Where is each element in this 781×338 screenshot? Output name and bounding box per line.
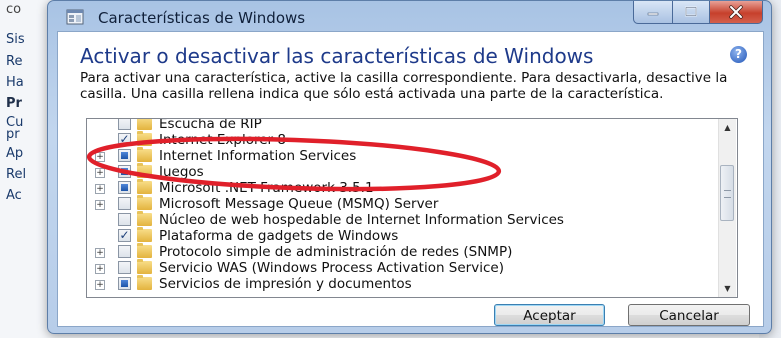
feature-checkbox[interactable]	[118, 149, 131, 162]
expand-icon[interactable]: +	[95, 168, 105, 178]
minimize-icon	[647, 12, 659, 16]
windows-features-dialog: Características de Windows Activar o des…	[47, 0, 772, 334]
help-icon[interactable]: ?	[730, 46, 747, 63]
feature-item[interactable]: + Juegos	[87, 163, 707, 180]
expand-icon[interactable]: +	[95, 184, 105, 194]
folder-icon	[137, 195, 152, 210]
feature-checkbox[interactable]: ✓	[118, 133, 131, 146]
dialog-body: Activar o desactivar las características…	[57, 31, 764, 327]
vertical-scrollbar[interactable]: ▲ ▼	[718, 119, 736, 297]
feature-label: Protocolo simple de administración de re…	[159, 244, 513, 260]
feature-item[interactable]: Escucha de RIP	[87, 118, 707, 132]
feature-label: Servicios de impresión y documentos	[159, 276, 412, 292]
feature-label: Internet Information Services	[159, 148, 357, 164]
background-text: co	[6, 2, 22, 17]
feature-item[interactable]: + Internet Information Services	[87, 147, 707, 164]
scroll-down-icon[interactable]: ▼	[719, 280, 736, 297]
folder-icon	[137, 211, 152, 226]
expand-icon[interactable]: +	[95, 280, 105, 290]
close-button[interactable]	[709, 1, 763, 24]
minimize-button[interactable]	[633, 1, 673, 24]
accept-button[interactable]: Aceptar	[494, 304, 605, 326]
background-link[interactable]: Ac	[6, 188, 22, 203]
folder-icon	[137, 275, 152, 290]
feature-checkbox[interactable]	[118, 245, 131, 258]
background-link[interactable]: Rel	[6, 167, 26, 182]
feature-item[interactable]: + Servicios de impresión y documentos	[87, 275, 707, 292]
feature-label: Microsoft .NET Framework 3.5.1	[159, 180, 374, 196]
background-link[interactable]: Ap	[6, 146, 23, 161]
scroll-grip-icon	[724, 190, 731, 198]
feature-checkbox[interactable]	[118, 197, 131, 210]
feature-checkbox[interactable]	[118, 277, 131, 290]
background-link[interactable]: Ha	[6, 75, 24, 90]
feature-label: Escucha de RIP	[159, 118, 262, 132]
feature-label: Servicio WAS (Windows Process Activation…	[159, 260, 504, 276]
folder-icon	[137, 227, 152, 242]
feature-label: Internet Explorer 8	[159, 132, 286, 148]
folder-icon	[137, 147, 152, 162]
background-heading: Pr	[6, 96, 22, 111]
folder-icon	[137, 179, 152, 194]
feature-checkbox[interactable]: ✓	[118, 229, 131, 242]
feature-item[interactable]: + Microsoft Message Queue (MSMQ) Server	[87, 195, 707, 212]
background-link[interactable]: Re	[6, 54, 22, 69]
background-link[interactable]: Sis	[6, 32, 25, 47]
dialog-description: Para activar una característica, active …	[80, 70, 728, 102]
folder-icon	[137, 163, 152, 178]
maximize-icon	[685, 6, 697, 17]
scroll-up-icon[interactable]: ▲	[719, 119, 736, 136]
folder-icon	[137, 131, 152, 146]
feature-checkbox[interactable]	[118, 119, 131, 130]
window-app-icon	[66, 9, 84, 25]
folder-icon	[137, 259, 152, 274]
maximize-button[interactable]	[672, 1, 710, 24]
feature-checkbox[interactable]	[118, 181, 131, 194]
feature-item[interactable]: Núcleo de web hospedable de Internet Inf…	[87, 211, 707, 228]
expand-icon[interactable]: +	[95, 248, 105, 258]
features-tree: Escucha de RIP ✓ Internet Explorer 8 + Inter…	[86, 118, 738, 298]
feature-item[interactable]: ✓ Internet Explorer 8	[87, 131, 707, 148]
expand-icon[interactable]: +	[95, 200, 105, 210]
folder-icon	[137, 243, 152, 258]
expand-icon[interactable]: +	[95, 152, 105, 162]
feature-checkbox[interactable]	[118, 261, 131, 274]
feature-label: Juegos	[159, 164, 204, 180]
scroll-thumb[interactable]	[720, 165, 734, 221]
background-link[interactable]: pr	[6, 127, 20, 142]
folder-icon	[137, 119, 152, 130]
feature-label: Microsoft Message Queue (MSMQ) Server	[159, 196, 439, 212]
close-icon	[729, 5, 743, 19]
feature-item[interactable]: + Microsoft .NET Framework 3.5.1	[87, 179, 707, 196]
expand-icon[interactable]: +	[95, 264, 105, 274]
dialog-heading: Activar o desactivar las características…	[80, 44, 594, 68]
feature-label: Plataforma de gadgets de Windows	[159, 228, 399, 244]
cancel-button[interactable]: Cancelar	[628, 304, 750, 326]
feature-item[interactable]: + Servicio WAS (Windows Process Activatio…	[87, 259, 707, 276]
feature-label: Núcleo de web hospedable de Internet Inf…	[159, 212, 564, 228]
window-title: Características de Windows	[98, 9, 306, 27]
feature-item[interactable]: ✓ Plataforma de gadgets de Windows	[87, 227, 707, 244]
feature-item[interactable]: + Protocolo simple de administración de r…	[87, 243, 707, 260]
feature-checkbox[interactable]	[118, 213, 131, 226]
feature-checkbox[interactable]	[118, 165, 131, 178]
